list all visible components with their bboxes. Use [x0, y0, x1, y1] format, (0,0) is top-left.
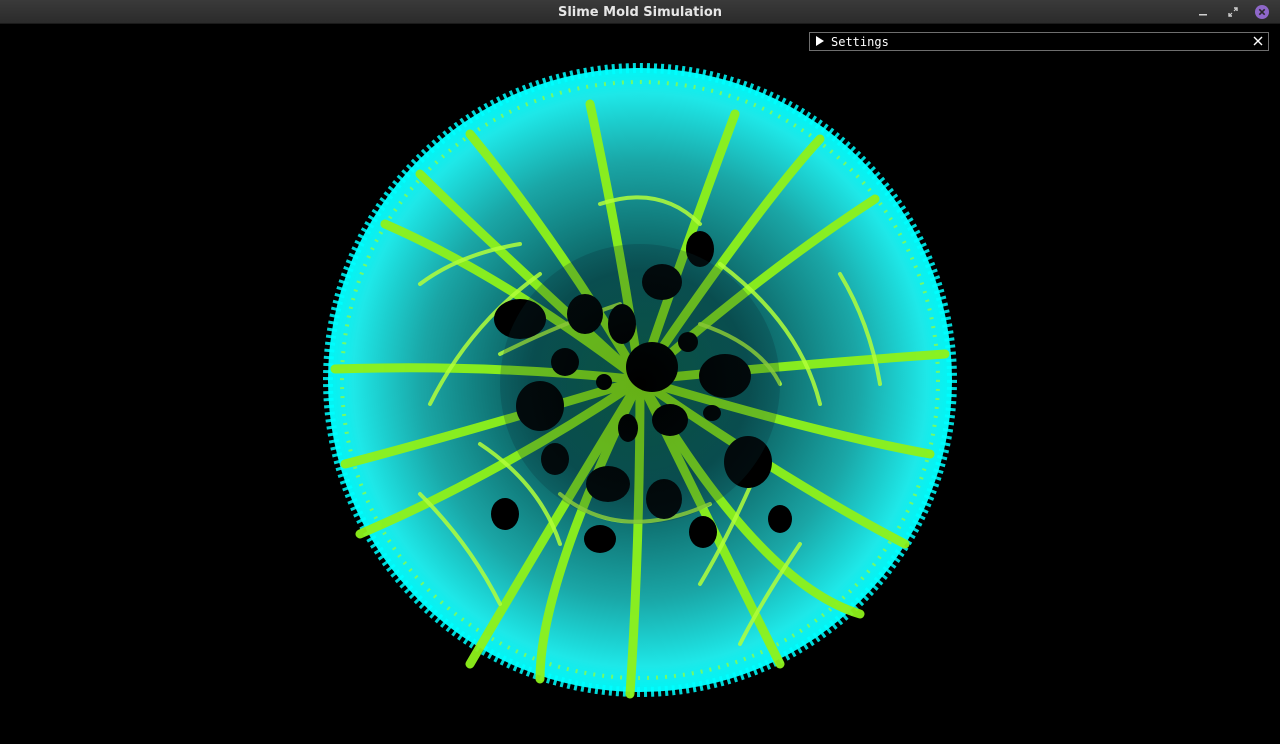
- settings-panel[interactable]: Settings: [809, 32, 1269, 51]
- window-title: Slime Mold Simulation: [557, 5, 723, 20]
- minimize-icon[interactable]: [1195, 4, 1211, 20]
- close-icon[interactable]: [1252, 35, 1264, 47]
- triangle-right-icon[interactable]: [816, 36, 824, 46]
- app-window: Slime Mold Simulation Settings: [0, 0, 1280, 744]
- settings-label[interactable]: Settings: [831, 34, 889, 50]
- title-bar[interactable]: Slime Mold Simulation: [0, 0, 1280, 24]
- close-icon[interactable]: [1254, 4, 1270, 20]
- slime-colony: [323, 63, 957, 699]
- simulation-canvas[interactable]: [0, 24, 1280, 744]
- maximize-icon[interactable]: [1225, 4, 1241, 20]
